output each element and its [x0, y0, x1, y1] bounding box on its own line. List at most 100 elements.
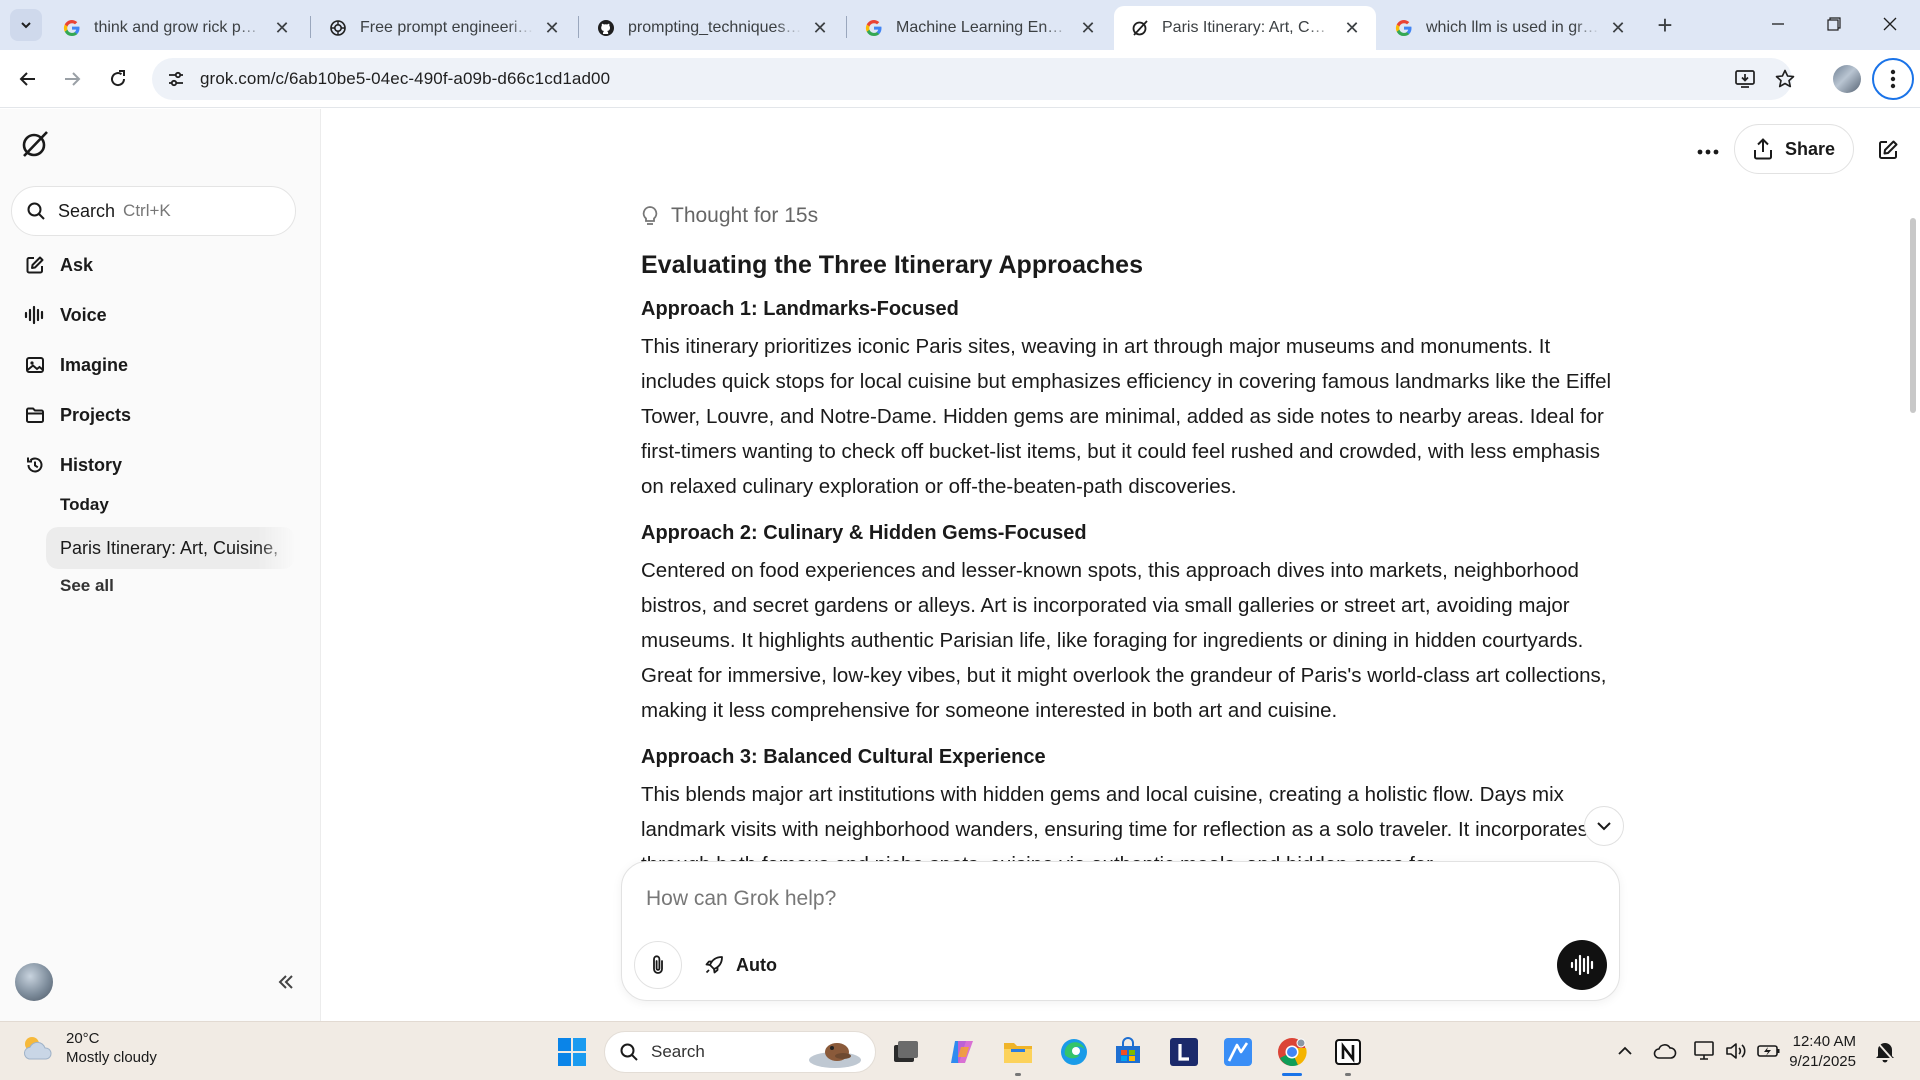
close-icon[interactable]: ✕ — [1342, 18, 1362, 38]
taskbar-app-notion[interactable] — [1328, 1032, 1368, 1072]
sidebar-item-voice[interactable]: Voice — [0, 293, 321, 337]
rocket-icon — [705, 956, 723, 974]
cloudy-weather-icon — [23, 1037, 52, 1060]
section-title: Approach 1: Landmarks-Focused — [641, 298, 959, 320]
browser-tab-active[interactable]: Paris Itinerary: Art, Cuisine, ✕ — [1114, 6, 1376, 50]
taskbar-app-file-explorer[interactable] — [998, 1032, 1038, 1072]
onedrive-tray-icon[interactable] — [1650, 1036, 1680, 1066]
avatar[interactable] — [15, 963, 53, 1001]
sidebar-item-ask[interactable]: Ask — [0, 243, 321, 287]
notifications-button[interactable] — [1870, 1036, 1900, 1066]
network-icon — [1694, 1041, 1714, 1060]
history-see-all-link[interactable]: See all — [60, 576, 114, 596]
sidebar-item-projects[interactable]: Projects — [0, 393, 321, 437]
chrome-icon — [1278, 1038, 1307, 1067]
tab-title: prompting_techniques_on — [628, 19, 802, 36]
clock-time: 12:40 AM — [1792, 1033, 1856, 1050]
close-icon[interactable]: ✕ — [542, 18, 562, 38]
taskbar-app-l[interactable] — [1164, 1032, 1204, 1072]
tab-search-button[interactable] — [10, 9, 42, 41]
browser-tab[interactable]: which llm is used in grok - ✕ — [1378, 6, 1642, 50]
share-label: Share — [1784, 138, 1836, 159]
close-window-button[interactable] — [1862, 0, 1918, 48]
install-app-button[interactable] — [1727, 58, 1763, 100]
sidebar-search[interactable]: Search Ctrl+K — [11, 186, 296, 236]
thought-label: Thought for 15s — [671, 204, 819, 227]
close-icon[interactable]: ✕ — [1608, 18, 1628, 38]
collapse-sidebar-button[interactable] — [273, 969, 299, 995]
sidebar: Search Ctrl+K Ask Voice Imagine Projects… — [0, 109, 321, 1021]
restore-icon — [1827, 17, 1841, 31]
voice-mode-button[interactable] — [1557, 940, 1607, 990]
start-button[interactable] — [552, 1032, 592, 1072]
voice-wave-icon — [24, 304, 46, 326]
url-text: grok.com/c/6ab10be5-04ec-490f-a09b-d66c1… — [200, 69, 611, 88]
section-title: Approach 3: Balanced Cultural Experience — [641, 746, 1046, 768]
browser-tab[interactable]: prompting_techniques_on ✕ — [580, 6, 844, 50]
network-tray-icon[interactable] — [1690, 1036, 1720, 1066]
model-mode-selector[interactable]: Auto — [704, 941, 777, 989]
chat-main: Share Thought for 15s Evaluating the Thr… — [322, 109, 1920, 1021]
edge-browser-icon — [1061, 1039, 1087, 1065]
reload-button[interactable] — [100, 61, 136, 97]
scroll-to-bottom-button[interactable] — [1584, 806, 1624, 846]
more-horizontal-icon — [1697, 149, 1719, 155]
taskbar-app-chrome[interactable] — [1272, 1032, 1312, 1072]
browser-tab[interactable]: Free prompt engineering c ✕ — [312, 6, 576, 50]
grok-logo-icon[interactable] — [20, 129, 50, 159]
taskbar-app-edge[interactable] — [1054, 1032, 1094, 1072]
battery-charging-icon — [1757, 1045, 1780, 1057]
task-view-button[interactable] — [886, 1032, 926, 1072]
taskbar-app-draw[interactable] — [1218, 1032, 1258, 1072]
browser-tab[interactable]: think and grow rick pdf - G ✕ — [46, 6, 306, 50]
sidebar-item-imagine[interactable]: Imagine — [0, 343, 321, 387]
system-clock[interactable]: 12:40 AM 9/21/2025 — [1780, 1032, 1856, 1072]
minimize-button[interactable] — [1750, 0, 1806, 48]
section-title: Approach 2: Culinary & Hidden Gems-Focus… — [641, 522, 1087, 544]
forward-button[interactable] — [54, 61, 90, 97]
volume-tray-icon[interactable] — [1722, 1036, 1752, 1066]
address-bar[interactable]: grok.com/c/6ab10be5-04ec-490f-a09b-d66c1… — [152, 58, 1792, 100]
attach-button[interactable] — [634, 941, 682, 989]
double-chevron-left-icon — [278, 975, 293, 989]
sidebar-item-label: Voice — [60, 304, 107, 325]
browser-tab[interactable]: Machine Learning Enginee ✕ — [848, 6, 1112, 50]
browser-menu-button[interactable] — [1872, 58, 1914, 100]
chevron-down-icon — [21, 22, 31, 29]
new-chat-button[interactable] — [1870, 132, 1906, 168]
new-tab-button[interactable]: + — [1650, 10, 1680, 40]
notion-icon — [1335, 1039, 1361, 1065]
more-options-button[interactable] — [1690, 134, 1726, 170]
section-body: This itinerary prioritizes iconic Paris … — [641, 335, 1612, 498]
close-icon[interactable]: ✕ — [272, 18, 292, 38]
site-settings-icon[interactable] — [158, 61, 194, 97]
sidebar-item-history[interactable]: History — [0, 443, 321, 487]
taskbar-app-store[interactable] — [1108, 1032, 1148, 1072]
taskbar-search[interactable]: Search — [604, 1031, 876, 1073]
sidebar-item-label: Imagine — [60, 354, 129, 375]
search-label: Search — [58, 200, 116, 221]
history-item-active[interactable]: Paris Itinerary: Art, Cuisine, — [46, 527, 295, 569]
taskbar-app-copilot[interactable] — [942, 1032, 982, 1072]
search-shortcut: Ctrl+K — [123, 201, 171, 220]
tab-title: which llm is used in grok - — [1426, 19, 1600, 36]
history-icon — [24, 454, 46, 476]
show-hidden-icons-button[interactable] — [1610, 1036, 1640, 1066]
close-icon[interactable]: ✕ — [1078, 18, 1098, 38]
scrollbar-thumb[interactable] — [1910, 218, 1916, 413]
speaker-icon — [1726, 1043, 1746, 1059]
letter-l-app-icon — [1170, 1038, 1198, 1066]
windows-start-icon — [558, 1038, 586, 1066]
close-icon[interactable]: ✕ — [810, 18, 830, 38]
profile-avatar[interactable] — [1833, 65, 1861, 93]
thought-indicator[interactable]: Thought for 15s — [641, 199, 1621, 233]
chrome-active-indicator — [1282, 1073, 1302, 1076]
sidebar-item-label: Ask — [60, 254, 94, 275]
prompt-input[interactable] — [646, 884, 1546, 914]
bookmark-button[interactable] — [1767, 58, 1803, 100]
share-button[interactable]: Share — [1734, 124, 1854, 174]
more-vertical-icon — [1890, 69, 1896, 89]
weather-widget[interactable]: 20°C Mostly cloudy — [20, 1029, 157, 1067]
back-button[interactable] — [10, 61, 46, 97]
restore-button[interactable] — [1806, 0, 1862, 48]
